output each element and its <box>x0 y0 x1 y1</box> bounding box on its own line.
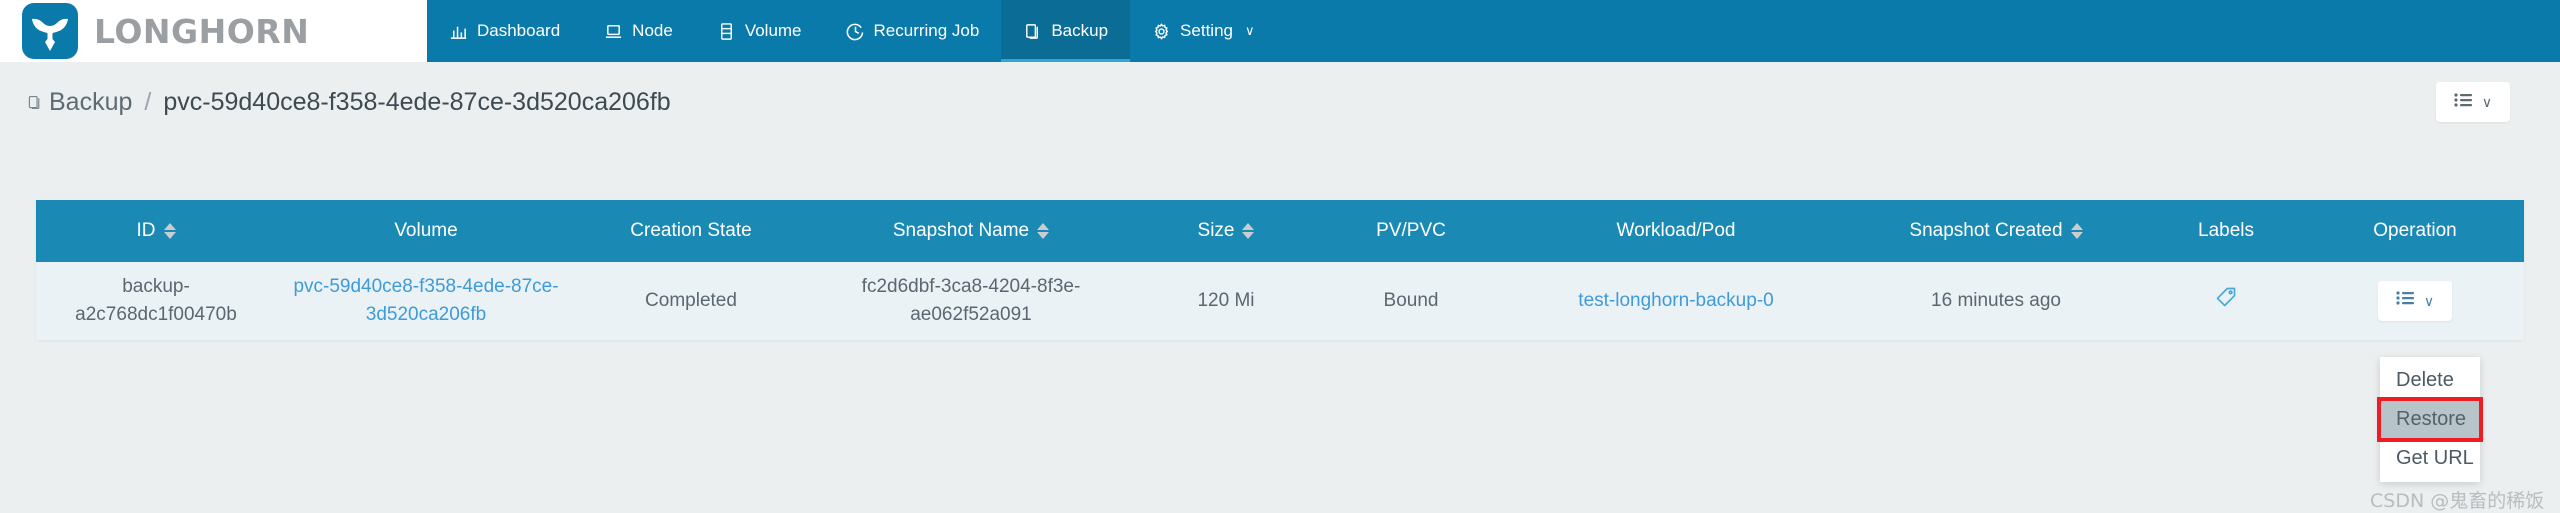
nav-label-dashboard: Dashboard <box>477 21 561 40</box>
column-label-id: ID <box>136 220 156 241</box>
column-header-operation: Operation <box>2306 200 2524 262</box>
chevron-down-icon: ∨ <box>1244 23 1255 38</box>
clock-icon <box>846 22 865 41</box>
column-header-id[interactable]: ID <box>36 200 276 262</box>
column-label-pv-pvc: PV/PVC <box>1376 220 1446 241</box>
nav-label-recurring-job: Recurring Job <box>873 21 980 40</box>
column-header-workload-pod: Workload/Pod <box>1506 200 1846 262</box>
breadcrumb-current: pvc-59d40ce8-f358-4ede-87ce-3d520ca206fb <box>163 87 671 116</box>
menu-item-restore[interactable]: Restore <box>2377 397 2483 442</box>
nav-item-setting[interactable]: Setting ∨ <box>1130 0 1276 62</box>
column-label-workload-pod: Workload/Pod <box>1616 220 1736 241</box>
column-label-operation: Operation <box>2373 220 2457 241</box>
breadcrumb-root[interactable]: Backup <box>49 88 132 117</box>
column-label-snapshot-name: Snapshot Name <box>892 220 1030 241</box>
nav-label-node: Node <box>632 21 673 40</box>
sort-icon[interactable] <box>1037 223 1050 239</box>
nav-item-volume[interactable]: Volume <box>695 0 824 62</box>
brand-area[interactable]: LONGHORN <box>0 0 427 62</box>
breadcrumb: Backup / pvc-59d40ce8-f358-4ede-87ce-3d5… <box>26 88 671 117</box>
cell-snapshot-created: 16 minutes ago <box>1846 262 2146 340</box>
backup-table: ID Volume Creation State Snapshot Name S… <box>36 200 2524 340</box>
row-operation-button[interactable]: ∨ <box>2378 281 2452 321</box>
breadcrumb-separator: / <box>144 87 152 116</box>
top-header: LONGHORN Dashboard Node Volume Recurring… <box>0 0 2560 62</box>
column-header-labels: Labels <box>2146 200 2306 262</box>
column-label-size: Size <box>1197 220 1235 241</box>
longhorn-bull-icon <box>22 3 78 59</box>
column-header-creation-state: Creation State <box>576 200 806 262</box>
backup-icon <box>26 94 43 111</box>
sort-icon[interactable] <box>2070 223 2083 239</box>
operation-dropdown-menu: Delete Restore Get URL <box>2377 357 2483 482</box>
column-label-labels: Labels <box>2198 220 2254 241</box>
cell-snapshot-name: fc2d6dbf-3ca8-4204-8f3e-ae062f52a091 <box>806 262 1136 340</box>
laptop-icon <box>604 22 623 41</box>
cell-pv-pvc: Bound <box>1316 262 1506 340</box>
table-row: backup-a2c768dc1f00470b pvc-59d40ce8-f35… <box>36 262 2524 340</box>
brand-name: LONGHORN <box>94 11 310 51</box>
volume-link[interactable]: pvc-59d40ce8-f358-4ede-87ce-3d520ca206fb <box>293 276 558 325</box>
chevron-down-icon: ∨ <box>2481 93 2493 110</box>
backup-table-card: ID Volume Creation State Snapshot Name S… <box>36 200 2524 340</box>
column-header-size[interactable]: Size <box>1136 200 1316 262</box>
nav-label-backup: Backup <box>1051 21 1109 40</box>
list-icon <box>2396 287 2416 315</box>
cell-workload-pod: test-longhorn-backup-0 <box>1506 262 1846 340</box>
gear-icon <box>1152 22 1171 41</box>
nav-item-node[interactable]: Node <box>582 0 695 62</box>
cell-labels <box>2146 262 2306 340</box>
list-icon <box>2454 92 2474 113</box>
bar-chart-icon <box>449 22 468 41</box>
breadcrumb-row: Backup / pvc-59d40ce8-f358-4ede-87ce-3d5… <box>0 62 2560 142</box>
nav-label-setting: Setting <box>1180 21 1233 40</box>
copy-icon <box>1023 22 1042 41</box>
toolbar-list-button[interactable]: ∨ <box>2436 82 2510 122</box>
cell-creation-state: Completed <box>576 262 806 340</box>
nav-item-recurring-job[interactable]: Recurring Job <box>824 0 1002 62</box>
column-label-volume: Volume <box>394 220 458 241</box>
menu-item-delete[interactable]: Delete <box>2380 361 2480 400</box>
cell-id: backup-a2c768dc1f00470b <box>36 262 276 340</box>
watermark: CSDN @鬼畜的稀饭 <box>2370 490 2545 512</box>
nav-label-volume: Volume <box>744 21 802 40</box>
table-header-row: ID Volume Creation State Snapshot Name S… <box>36 200 2524 262</box>
column-header-pv-pvc: PV/PVC <box>1316 200 1506 262</box>
main-nav: Dashboard Node Volume Recurring Job Back… <box>427 0 1277 62</box>
tag-icon[interactable] <box>2214 285 2238 309</box>
cell-operation: ∨ <box>2306 262 2524 340</box>
workload-pod-link[interactable]: test-longhorn-backup-0 <box>1578 290 1773 311</box>
menu-item-get-url[interactable]: Get URL <box>2380 439 2480 478</box>
column-header-volume: Volume <box>276 200 576 262</box>
column-header-snapshot-name[interactable]: Snapshot Name <box>806 200 1136 262</box>
sort-icon[interactable] <box>163 223 176 239</box>
chevron-down-icon: ∨ <box>2423 292 2435 309</box>
app-root: LONGHORN Dashboard Node Volume Recurring… <box>0 0 2560 513</box>
database-icon <box>717 22 736 41</box>
cell-volume: pvc-59d40ce8-f358-4ede-87ce-3d520ca206fb <box>276 262 576 340</box>
column-label-snapshot-created: Snapshot Created <box>1909 220 2063 241</box>
column-header-snapshot-created[interactable]: Snapshot Created <box>1846 200 2146 262</box>
nav-item-dashboard[interactable]: Dashboard <box>427 0 582 62</box>
cell-size: 120 Mi <box>1136 262 1316 340</box>
sort-icon[interactable] <box>1242 223 1255 239</box>
nav-item-backup[interactable]: Backup <box>1001 0 1131 62</box>
column-label-creation-state: Creation State <box>630 220 752 241</box>
